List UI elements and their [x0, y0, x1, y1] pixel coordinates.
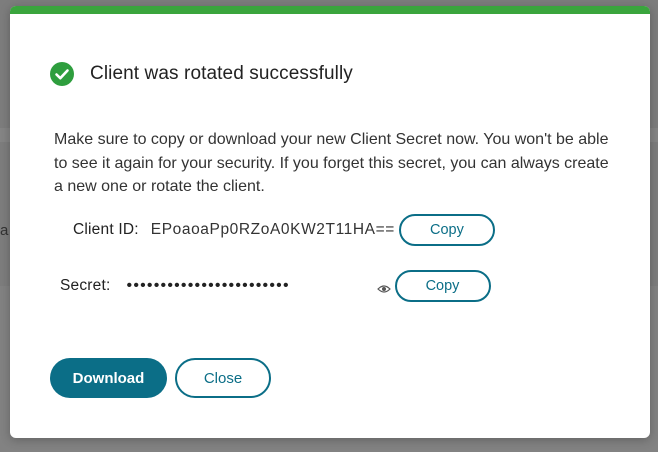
dialog-header: Client was rotated successfully: [50, 62, 353, 86]
dialog-top-bar: [10, 6, 650, 14]
eye-icon[interactable]: [376, 281, 391, 293]
copy-client-id-button[interactable]: Copy: [398, 214, 495, 246]
client-id-label: Client ID:: [73, 221, 139, 238]
rotate-success-dialog: Client was rotated successfully Make sur…: [10, 6, 650, 438]
download-button[interactable]: Download: [50, 358, 167, 398]
check-circle-icon: [50, 62, 74, 86]
client-id-row: Client ID: EPoaoaPp0RZoA0KW2T11HA== Copy: [73, 214, 495, 246]
dialog-title: Client was rotated successfully: [90, 63, 353, 84]
client-id-value: EPoaoaPp0RZoA0KW2T11HA==: [150, 221, 395, 238]
copy-secret-button[interactable]: Copy: [394, 270, 491, 302]
secret-value: ••••••••••••••••••••••••: [126, 277, 290, 294]
secret-label: Secret:: [60, 277, 111, 294]
close-button[interactable]: Close: [175, 358, 271, 398]
dialog-message: Make sure to copy or download your new C…: [54, 131, 609, 195]
dialog-actions: Download Close: [50, 358, 271, 398]
backdrop-text: a: [0, 222, 9, 239]
secret-row: Secret: •••••••••••••••••••••••• Copy: [60, 270, 491, 302]
